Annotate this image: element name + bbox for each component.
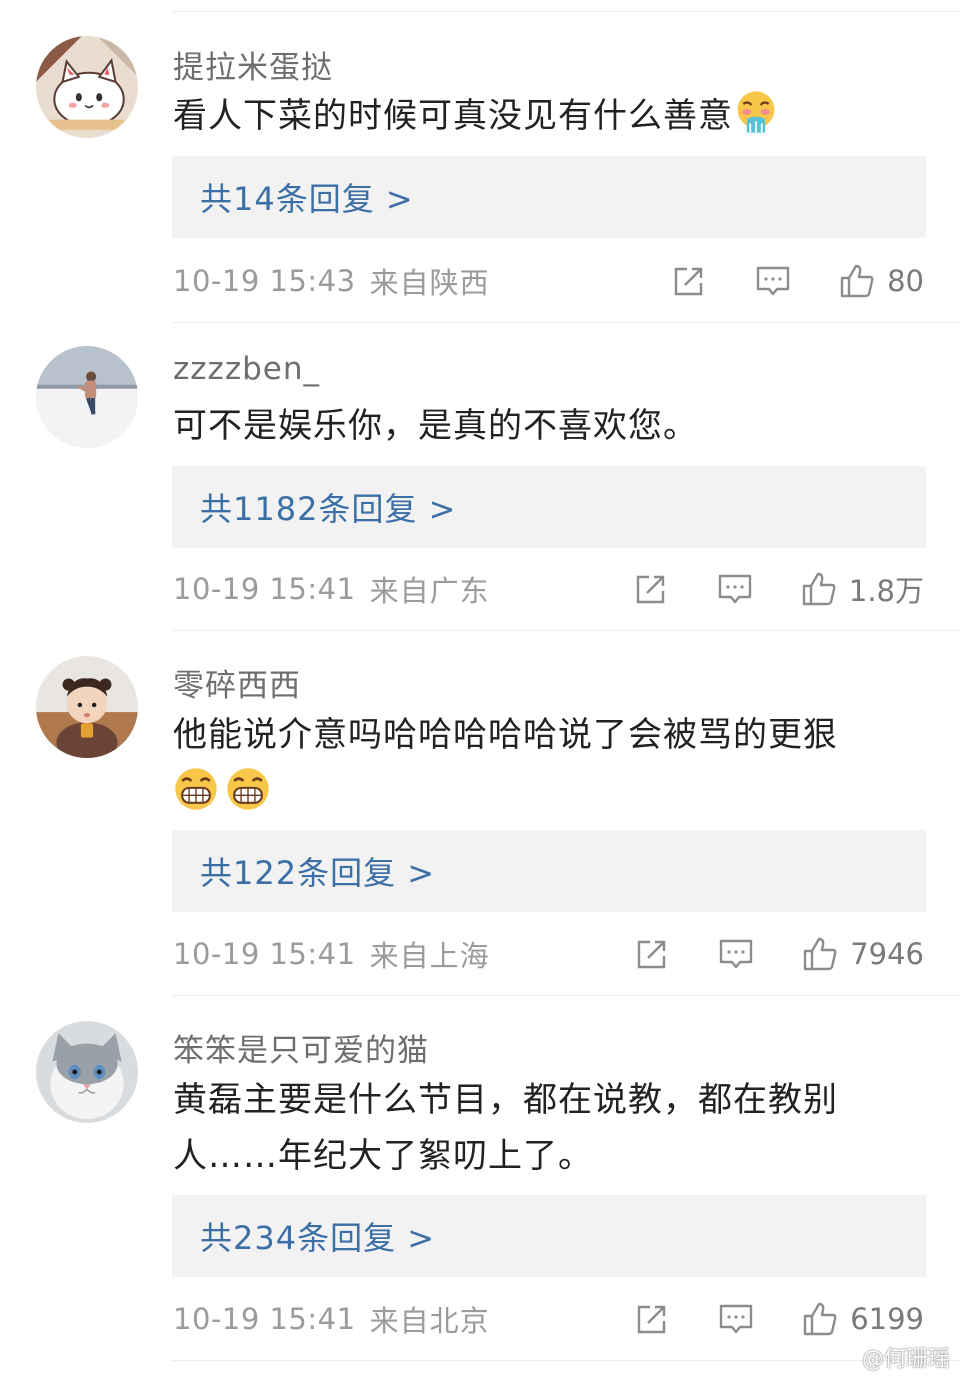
person-on-ice-avatar [36,346,138,448]
view-replies-button[interactable]: 共1182条回复 > [172,466,926,548]
grin-face-icon [175,768,217,810]
thumbs-up-icon[interactable] [801,571,837,607]
comment-actions: 7946 [634,934,924,974]
location: 来自上海 [369,939,490,973]
timestamp: 10-19 15:41 [173,1302,356,1336]
divider [172,1360,960,1361]
location: 来自北京 [369,1304,490,1338]
like-count: 1.8万 [848,574,924,608]
child-photo-avatar [36,656,138,758]
timestamp: 10-19 15:41 [173,937,356,971]
like-count: 80 [887,264,924,298]
comment-icon[interactable] [717,571,753,607]
comment-actions: 80 [671,261,924,301]
comment-text: 看人下菜的时候可真没见有什么善意 [173,88,913,144]
share-icon[interactable] [671,263,707,299]
thumbs-up-icon[interactable] [802,1301,838,1337]
username[interactable]: zzzzben_ [173,351,320,387]
divider [172,995,960,996]
top-divider [172,11,960,12]
cat-cartoon-avatar [36,36,138,138]
vomit-face-icon [737,91,775,133]
timestamp: 10-19 15:41 [173,572,356,606]
share-icon[interactable] [634,936,670,972]
username[interactable]: 笨笨是只可爱的猫 [173,1025,429,1070]
comment-meta: 10-19 15:43 来自陕西 [173,261,490,301]
grin-face-icon [227,768,269,810]
avatar[interactable] [36,656,138,758]
comment-meta: 10-19 15:41 来自北京 [173,1299,490,1339]
like-count: 7946 [850,937,924,971]
username[interactable]: 提拉米蛋挞 [173,42,333,87]
comment-meta: 10-19 15:41 来自广东 [173,569,490,609]
username[interactable]: 零碎西西 [173,660,301,705]
watermark: @何珊瑶 [861,1347,950,1372]
share-icon[interactable] [633,571,669,607]
share-icon[interactable] [634,1301,670,1337]
comment-icon[interactable] [755,263,791,299]
comment-meta: 10-19 15:41 来自上海 [173,934,490,974]
comment-text: 黄磊主要是什么节目，都在说教，都在教别人……年纪大了絮叨上了。 [173,1080,838,1176]
comment-text: 他能说介意吗哈哈哈哈哈说了会被骂的更狠 [173,707,913,821]
avatar[interactable] [36,36,138,138]
avatar[interactable] [36,1021,138,1123]
comment-text: 可不是娱乐你，是真的不喜欢您。 [173,406,698,446]
thumbs-up-icon[interactable] [802,936,838,972]
view-replies-button[interactable]: 共14条回复 > [172,156,926,238]
comment-actions: 1.8万 [633,569,924,609]
avatar[interactable] [36,346,138,448]
comment-actions: 6199 [634,1299,924,1339]
divider [172,322,960,323]
divider [172,630,960,631]
location: 来自广东 [369,574,490,608]
emoji-row [173,765,913,821]
location: 来自陕西 [369,266,490,300]
thumbs-up-icon[interactable] [839,263,875,299]
timestamp: 10-19 15:43 [173,264,356,298]
comment-icon[interactable] [718,936,754,972]
view-replies-button[interactable]: 共122条回复 > [172,830,926,912]
comment-icon[interactable] [718,1301,754,1337]
comment-text-line: 他能说介意吗哈哈哈哈哈说了会被骂的更狠 [173,715,838,755]
like-count: 6199 [850,1302,924,1336]
view-replies-button[interactable]: 共234条回复 > [172,1195,926,1277]
kitten-photo-avatar [36,1021,138,1123]
